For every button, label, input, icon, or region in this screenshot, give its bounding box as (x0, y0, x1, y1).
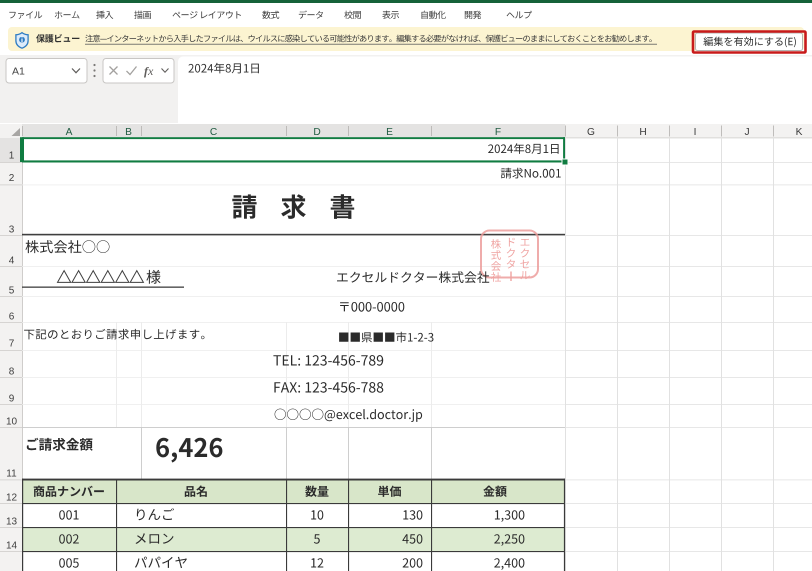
svg-text:2: 2 (9, 173, 15, 184)
svg-text:5: 5 (9, 286, 15, 297)
svg-text:14: 14 (6, 541, 18, 552)
svg-text:6: 6 (9, 312, 15, 323)
svg-text:7: 7 (9, 339, 15, 350)
svg-text:1: 1 (9, 151, 15, 162)
svg-text:fx: fx (144, 64, 154, 78)
svg-text:4: 4 (9, 256, 15, 267)
svg-text:B: B (125, 127, 132, 138)
svg-text:8: 8 (9, 367, 15, 378)
svg-text:D: D (313, 127, 320, 138)
svg-text:9: 9 (9, 394, 15, 405)
svg-text:K: K (796, 127, 803, 138)
svg-text:J: J (744, 127, 749, 138)
svg-text:A1: A1 (12, 66, 25, 78)
svg-text:C: C (210, 127, 217, 138)
svg-text:3: 3 (9, 225, 15, 236)
svg-text:H: H (639, 127, 646, 138)
svg-text:13: 13 (6, 517, 18, 528)
svg-text:A: A (66, 127, 73, 138)
svg-text:F: F (495, 127, 501, 138)
svg-text:11: 11 (6, 469, 17, 480)
svg-text:G: G (587, 127, 595, 138)
svg-text:E: E (386, 127, 393, 138)
svg-text:10: 10 (6, 417, 18, 428)
svg-text:12: 12 (6, 493, 18, 504)
svg-text:I: I (694, 127, 697, 138)
